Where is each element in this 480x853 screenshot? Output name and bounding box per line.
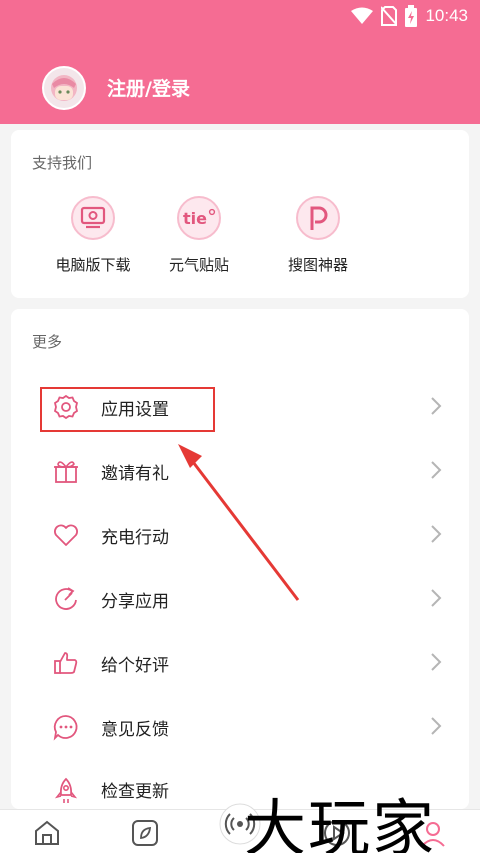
menu-item-label: 邀请有礼 — [101, 464, 169, 484]
login-register-link[interactable]: 注册/登录 — [107, 74, 190, 101]
more-section-title: 更多 — [32, 333, 63, 351]
no-sim-icon — [381, 6, 398, 26]
share-icon — [55, 587, 77, 610]
support-card: 支持我们 电脑版下载 tie 元气贴贴 搜图神器 公众 — [11, 130, 469, 298]
menu-item-label: 充电行动 — [101, 528, 169, 548]
tie-icon: tie — [177, 196, 221, 240]
discover-icon[interactable] — [130, 818, 160, 848]
status-bar: 10:43 — [0, 0, 480, 34]
support-section-title: 支持我们 — [32, 154, 93, 172]
menu-item-label: 意见反馈 — [101, 720, 169, 740]
pc-download-icon — [71, 196, 115, 240]
status-icons: 10:43 — [351, 5, 468, 27]
support-item-label: 电脑版下载 — [55, 256, 131, 274]
annotation-highlight-box — [40, 387, 215, 432]
chevron-right-icon — [431, 717, 442, 735]
avatar[interactable] — [42, 66, 86, 110]
status-time: 10:43 — [425, 6, 468, 25]
menu-item-rate[interactable]: 给个好评 — [11, 637, 469, 687]
chevron-right-icon — [431, 525, 442, 543]
menu-item-label: 给个好评 — [101, 656, 169, 676]
menu-item-feedback[interactable]: 意见反馈 — [11, 701, 469, 751]
profile-header: 注册/登录 — [0, 34, 480, 124]
chevron-right-icon — [431, 461, 442, 479]
menu-item-share-app[interactable]: 分享应用 — [11, 573, 469, 623]
thumbs-up-icon — [54, 652, 78, 674]
chevron-right-icon — [431, 653, 442, 671]
chevron-right-icon — [431, 589, 442, 607]
watermark-text: 大玩家 — [244, 792, 437, 853]
rocket-icon — [54, 777, 78, 803]
wifi-icon — [351, 7, 374, 24]
more-card: 更多 应用设置 邀请有礼 充电行动 分享应用 给个好评 意见反馈 检查更新 — [11, 309, 469, 809]
gift-icon — [54, 461, 78, 483]
p-logo-icon — [296, 196, 340, 240]
heart-icon — [54, 524, 78, 546]
support-item-label: 元气贴贴 — [168, 256, 229, 274]
menu-item-invite[interactable]: 邀请有礼 — [11, 445, 469, 495]
svg-text:tie: tie — [183, 209, 207, 228]
home-icon[interactable] — [32, 818, 62, 848]
chevron-right-icon — [431, 397, 442, 415]
menu-item-recharge[interactable]: 充电行动 — [11, 509, 469, 559]
menu-item-label: 检查更新 — [101, 782, 169, 802]
support-item-label: 搜图神器 — [287, 256, 348, 274]
feedback-icon — [53, 715, 78, 741]
menu-item-label: 分享应用 — [101, 592, 169, 612]
battery-charging-icon — [405, 5, 418, 27]
